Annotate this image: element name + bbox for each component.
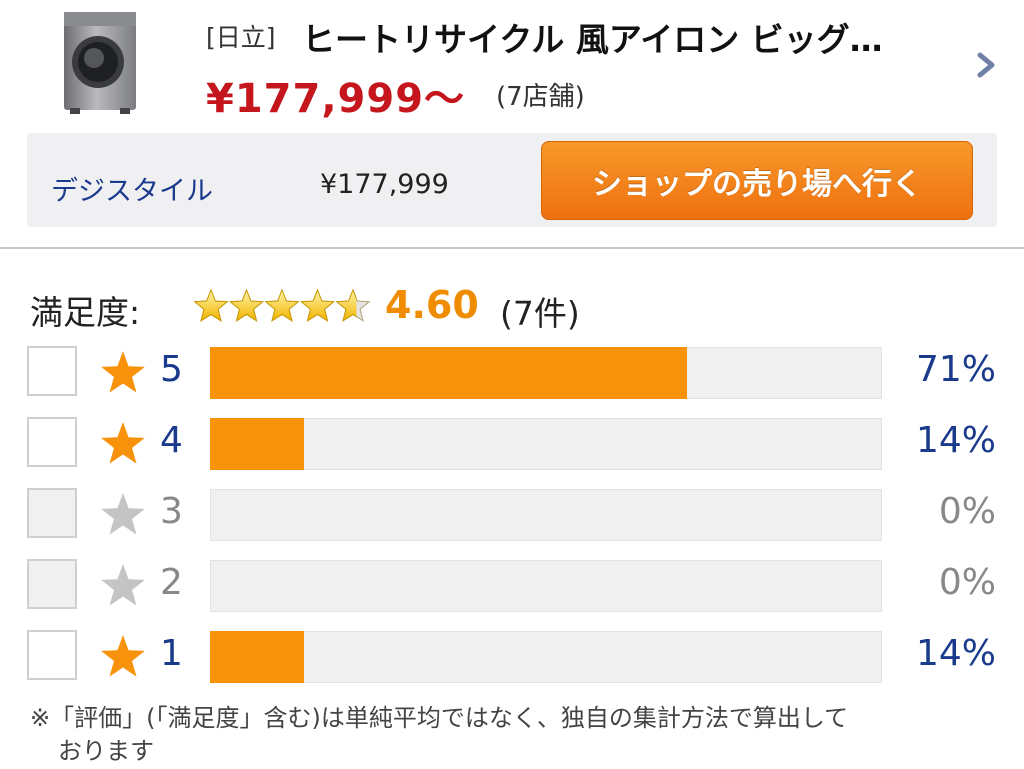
rating-note: ※「評価」(「満足度」含む)は単純平均ではなく、独自の集計方法で算出して おりま… bbox=[30, 702, 1000, 768]
satisfaction-label: 満足度: bbox=[30, 293, 141, 332]
star-icon bbox=[101, 422, 145, 464]
rating-star-fill bbox=[300, 288, 335, 322]
rating-row-5[interactable]: 5 71% bbox=[0, 346, 1024, 400]
rating-bar-fill bbox=[210, 418, 304, 470]
shop-name-link[interactable]: デジスタイル bbox=[51, 169, 213, 208]
star-icon bbox=[101, 351, 145, 393]
rating-bar-track bbox=[210, 489, 882, 541]
rating-star-fill bbox=[194, 288, 228, 322]
shop-row: デジスタイル ¥177,999 ショップの売り場へ行く bbox=[27, 133, 997, 227]
product-price: ¥177,999〜 bbox=[206, 76, 466, 122]
rating-filter-checkbox[interactable] bbox=[27, 630, 77, 680]
star-icon bbox=[101, 635, 145, 677]
rating-bar-fill bbox=[210, 347, 687, 399]
rating-percent: 0% bbox=[938, 562, 996, 603]
shop-price: ¥177,999 bbox=[320, 169, 449, 200]
star-icon bbox=[101, 564, 145, 606]
maker-label: [日立] bbox=[206, 23, 276, 52]
rating-stars bbox=[193, 288, 371, 322]
rating-score: 4.60 bbox=[385, 283, 479, 327]
rating-bar-fill bbox=[210, 631, 304, 683]
rating-percent: 14% bbox=[915, 420, 996, 461]
rating-percent: 71% bbox=[915, 349, 996, 390]
washing-machine-icon bbox=[64, 12, 136, 114]
rating-filter-checkbox[interactable] bbox=[27, 488, 77, 538]
rating-row-4[interactable]: 4 14% bbox=[0, 417, 1024, 471]
chevron-right-icon[interactable] bbox=[972, 50, 1000, 80]
note-line-1: ※「評価」(「満足度」含む)は単純平均ではなく、独自の集計方法で算出して bbox=[30, 704, 849, 732]
product-name[interactable]: ヒートリサイクル 風アイロン ビッグ… bbox=[302, 13, 967, 61]
rating-row-1[interactable]: 1 14% bbox=[0, 630, 1024, 684]
star-level-label: 3 bbox=[160, 491, 183, 532]
star-level-label: 2 bbox=[160, 562, 183, 603]
go-to-shop-button[interactable]: ショップの売り場へ行く bbox=[541, 141, 973, 220]
star-level-label: 1 bbox=[160, 633, 183, 674]
store-count: (7店舗) bbox=[496, 82, 585, 112]
note-line-2: おります bbox=[58, 737, 154, 765]
rating-percent: 0% bbox=[938, 491, 996, 532]
rating-filter-checkbox[interactable] bbox=[27, 559, 77, 609]
rating-star-fill bbox=[265, 288, 299, 322]
rating-star-fill bbox=[229, 288, 264, 322]
rating-row-3[interactable]: 3 0% bbox=[0, 488, 1024, 542]
star-level-label: 4 bbox=[160, 420, 183, 461]
product-header[interactable]: [日立] ヒートリサイクル 風アイロン ビッグ… ¥177,999〜 (7店舗) bbox=[0, 0, 1024, 128]
rating-bar-track bbox=[210, 418, 882, 470]
rating-percent: 14% bbox=[915, 633, 996, 674]
star-level-label: 5 bbox=[160, 349, 183, 390]
star-icon bbox=[101, 493, 145, 535]
review-count: (7件) bbox=[500, 294, 580, 333]
rating-filter-checkbox[interactable] bbox=[27, 346, 77, 396]
rating-bar-track bbox=[210, 560, 882, 612]
rating-filter-checkbox[interactable] bbox=[27, 417, 77, 467]
divider bbox=[0, 247, 1024, 249]
rating-row-2[interactable]: 2 0% bbox=[0, 559, 1024, 613]
rating-bar-track bbox=[210, 631, 882, 683]
